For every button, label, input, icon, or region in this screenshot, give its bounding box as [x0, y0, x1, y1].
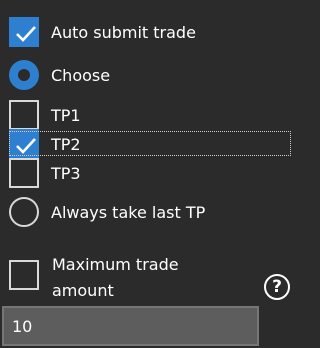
max-trade-label-line2: amount	[52, 281, 114, 300]
max-trade-checkbox-row[interactable]	[9, 258, 39, 292]
always-last-tp-radio[interactable]	[9, 197, 39, 227]
max-trade-amount-input[interactable]	[2, 306, 259, 346]
tp1-label: TP1	[51, 105, 81, 125]
max-trade-checkbox[interactable]	[9, 260, 39, 290]
choose-radio[interactable]	[9, 60, 39, 90]
choose-radio-row[interactable]: Choose	[9, 58, 110, 92]
tp3-label: TP3	[51, 163, 81, 183]
help-glyph: ?	[272, 277, 282, 297]
tp2-label: TP2	[51, 134, 81, 154]
checkmark-icon	[16, 138, 36, 154]
max-trade-label: Maximum trade amount	[52, 252, 179, 304]
max-trade-label-line1: Maximum trade	[52, 255, 179, 274]
always-last-tp-radio-row[interactable]: Always take last TP	[9, 195, 205, 229]
auto-submit-label: Auto submit trade	[51, 22, 196, 42]
auto-submit-checkbox[interactable]	[9, 17, 39, 47]
question-circle-icon[interactable]: ?	[264, 274, 290, 300]
tp3-checkbox-row[interactable]: TP3	[9, 156, 81, 190]
tp1-checkbox[interactable]	[9, 100, 39, 130]
checkmark-icon	[16, 26, 36, 42]
auto-submit-checkbox-row[interactable]: Auto submit trade	[9, 15, 196, 49]
always-last-tp-label: Always take last TP	[51, 202, 206, 222]
trade-settings-panel: Auto submit trade Choose TP1 TP2 TP3 Alw…	[0, 0, 300, 348]
tp3-checkbox[interactable]	[9, 158, 39, 188]
tp2-checkbox[interactable]	[9, 129, 39, 159]
choose-label: Choose	[51, 65, 111, 85]
